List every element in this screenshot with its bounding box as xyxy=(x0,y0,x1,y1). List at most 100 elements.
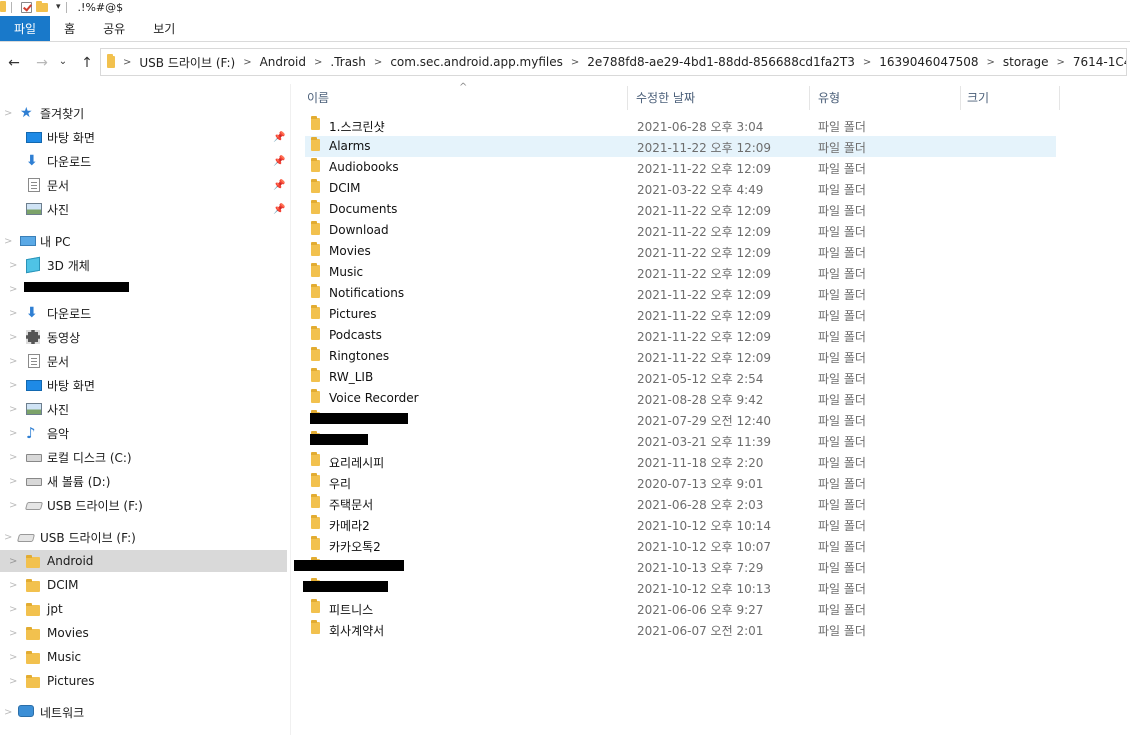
file-row[interactable]: 회사계약서 2021-06-07 오전 2:01 파일 폴더 xyxy=(305,619,1056,640)
file-row[interactable]: Audiobooks 2021-11-22 오후 12:09 파일 폴더 xyxy=(305,157,1056,178)
sidebar-item-network[interactable]: > 네트워크 xyxy=(0,701,287,723)
sidebar-item-desktop-pc[interactable]: > 바탕 화면 xyxy=(0,374,287,396)
expand-icon[interactable]: > xyxy=(9,500,19,511)
expand-icon[interactable]: > xyxy=(4,707,14,718)
breadcrumb-item[interactable]: 2e788fd8-ae29-4bd1-88dd-856688cd1fa2T3 xyxy=(587,55,855,69)
expand-icon[interactable]: > xyxy=(9,404,19,415)
file-row[interactable]: Pictures 2021-11-22 오후 12:09 파일 폴더 xyxy=(305,304,1056,325)
breadcrumb-item[interactable]: Android xyxy=(260,55,306,69)
file-row[interactable]: Movies 2021-11-22 오후 12:09 파일 폴더 xyxy=(305,241,1056,262)
file-row[interactable]: Podcasts 2021-11-22 오후 12:09 파일 폴더 xyxy=(305,325,1056,346)
breadcrumb-item[interactable]: 7614-1C46 xyxy=(1073,55,1126,69)
column-resize-handle[interactable] xyxy=(1059,86,1060,110)
qat-properties-button[interactable] xyxy=(21,0,32,14)
tab-view[interactable]: 보기 xyxy=(139,16,189,41)
forward-button[interactable]: → xyxy=(31,52,53,74)
sidebar-item-redacted[interactable]: > xyxy=(0,278,287,300)
sidebar-item-videos[interactable]: > 동영상 xyxy=(0,326,287,348)
breadcrumb-item[interactable]: 1639046047508 xyxy=(879,55,978,69)
expand-icon[interactable]: > xyxy=(9,628,19,639)
column-header-name[interactable]: 이름 xyxy=(307,84,627,110)
file-row[interactable]: 우리 2020-07-13 오후 9:01 파일 폴더 xyxy=(305,472,1056,493)
tab-share[interactable]: 공유 xyxy=(89,16,139,41)
expand-icon[interactable]: > xyxy=(9,260,19,271)
file-row[interactable]: 2021-03-21 오후 11:39 파일 폴더 xyxy=(305,430,1056,451)
sidebar-item-usb-f-pc[interactable]: > USB 드라이브 (F:) xyxy=(0,494,287,516)
file-row[interactable]: Documents 2021-11-22 오후 12:09 파일 폴더 xyxy=(305,199,1056,220)
expand-icon[interactable]: > xyxy=(9,308,19,319)
qat-new-folder-button[interactable] xyxy=(36,0,48,14)
column-header-type[interactable]: 유형 xyxy=(818,84,960,110)
tab-home[interactable]: 홈 xyxy=(50,16,89,41)
sidebar-item-music[interactable]: > Music xyxy=(0,646,287,668)
expand-icon[interactable]: > xyxy=(9,452,19,463)
file-row[interactable]: 카메라2 2021-10-12 오후 10:14 파일 폴더 xyxy=(305,514,1056,535)
file-row[interactable]: 주택문서 2021-06-28 오후 2:03 파일 폴더 xyxy=(305,493,1056,514)
expand-icon[interactable]: > xyxy=(9,476,19,487)
expand-icon[interactable]: > xyxy=(4,236,14,247)
column-header-modified[interactable]: 수정한 날짜 xyxy=(636,84,808,110)
file-row[interactable]: 피트니스 2021-06-06 오후 9:27 파일 폴더 xyxy=(305,598,1056,619)
sidebar-item-pictures-usb[interactable]: > Pictures xyxy=(0,670,287,692)
file-row[interactable]: Voice Recorder 2021-08-28 오후 9:42 파일 폴더 xyxy=(305,388,1056,409)
file-row[interactable]: RW_LIB 2021-05-12 오후 2:54 파일 폴더 xyxy=(305,367,1056,388)
sidebar-item-dcim[interactable]: > DCIM xyxy=(0,574,287,596)
breadcrumb-item[interactable]: USB 드라이브 (F:) xyxy=(139,54,235,71)
column-header-size[interactable]: 크기 xyxy=(967,84,1057,110)
breadcrumb-item[interactable]: storage xyxy=(1003,55,1049,69)
file-row[interactable]: 요리레시피 2021-11-18 오후 2:20 파일 폴더 xyxy=(305,451,1056,472)
expand-icon[interactable]: > xyxy=(9,556,19,567)
sidebar-item-pictures[interactable]: 사진 📌 xyxy=(0,198,287,220)
sidebar-item-movies[interactable]: > Movies xyxy=(0,622,287,644)
expand-icon[interactable]: > xyxy=(9,676,19,687)
tab-file[interactable]: 파일 xyxy=(0,16,51,41)
expand-icon[interactable]: > xyxy=(9,428,19,439)
expand-icon[interactable]: > xyxy=(9,356,19,367)
file-row[interactable]: 1.스크린샷 2021-06-28 오후 3:04 파일 폴더 xyxy=(305,115,1056,136)
expand-icon[interactable]: > xyxy=(9,332,19,343)
sidebar-item-volume-d[interactable]: > 새 볼륨 (D:) xyxy=(0,470,287,492)
file-row[interactable]: Ringtones 2021-11-22 오후 12:09 파일 폴더 xyxy=(305,346,1056,367)
expand-icon[interactable]: > xyxy=(4,532,14,543)
file-row[interactable]: 2021-10-13 오후 7:29 파일 폴더 xyxy=(294,556,1056,577)
column-resize-handle[interactable] xyxy=(627,86,628,110)
sidebar-item-local-disk-c[interactable]: > 로컬 디스크 (C:) xyxy=(0,446,287,468)
file-row[interactable]: 카카오톡2 2021-10-12 오후 10:07 파일 폴더 xyxy=(305,535,1056,556)
back-arrow-icon: ← xyxy=(8,55,20,71)
expand-icon[interactable]: > xyxy=(9,604,19,615)
sidebar-item-documents-pc[interactable]: > 문서 xyxy=(0,350,287,372)
recent-locations-button[interactable]: ⌄ xyxy=(56,50,70,72)
column-resize-handle[interactable] xyxy=(960,86,961,110)
file-row[interactable]: Music 2021-11-22 오후 12:09 파일 폴더 xyxy=(305,262,1056,283)
sidebar-item-music-pc[interactable]: > ♪ 음악 xyxy=(0,422,287,444)
column-resize-handle[interactable] xyxy=(809,86,810,110)
sidebar-item-jpt[interactable]: > jpt xyxy=(0,598,287,620)
expand-icon[interactable]: > xyxy=(4,108,14,119)
expand-icon[interactable]: > xyxy=(9,652,19,663)
file-row[interactable]: 2021-07-29 오전 12:40 파일 폴더 xyxy=(305,409,1056,430)
file-row[interactable]: 2021-10-12 오후 10:13 파일 폴더 xyxy=(303,577,1056,598)
expand-icon[interactable]: > xyxy=(9,284,19,295)
file-row[interactable]: Notifications 2021-11-22 오후 12:09 파일 폴더 xyxy=(305,283,1056,304)
sidebar-item-desktop[interactable]: 바탕 화면 📌 xyxy=(0,126,287,148)
sidebar-item-android[interactable]: > Android xyxy=(0,550,287,572)
sidebar-item-quick-access[interactable]: > ★ 즐겨찾기 xyxy=(0,102,287,124)
sidebar-item-usb-drive[interactable]: > USB 드라이브 (F:) xyxy=(0,526,287,548)
expand-icon[interactable]: > xyxy=(9,380,19,391)
expand-icon[interactable]: > xyxy=(9,580,19,591)
file-row[interactable]: Alarms 2021-11-22 오후 12:09 파일 폴더 xyxy=(305,136,1056,157)
up-button[interactable]: ↑ xyxy=(76,52,98,74)
sidebar-item-3d-objects[interactable]: > 3D 개체 xyxy=(0,254,287,276)
file-row[interactable]: DCIM 2021-03-22 오후 4:49 파일 폴더 xyxy=(305,178,1056,199)
breadcrumb-item[interactable]: com.sec.android.app.myfiles xyxy=(390,55,563,69)
back-button[interactable]: ← xyxy=(3,52,25,74)
address-bar[interactable]: > USB 드라이브 (F:) > Android > .Trash > com… xyxy=(100,48,1127,76)
sidebar-item-documents[interactable]: 문서 📌 xyxy=(0,174,287,196)
breadcrumb-item[interactable]: .Trash xyxy=(330,55,366,69)
qat-customize-button[interactable]: ▾ xyxy=(52,0,61,14)
file-row[interactable]: Download 2021-11-22 오후 12:09 파일 폴더 xyxy=(305,220,1056,241)
sidebar-item-downloads[interactable]: ⬇ 다운로드 📌 xyxy=(0,150,287,172)
sidebar-item-downloads-pc[interactable]: > ⬇ 다운로드 xyxy=(0,302,287,324)
sidebar-item-pictures-pc[interactable]: > 사진 xyxy=(0,398,287,420)
sidebar-item-this-pc[interactable]: > 내 PC xyxy=(0,230,287,252)
